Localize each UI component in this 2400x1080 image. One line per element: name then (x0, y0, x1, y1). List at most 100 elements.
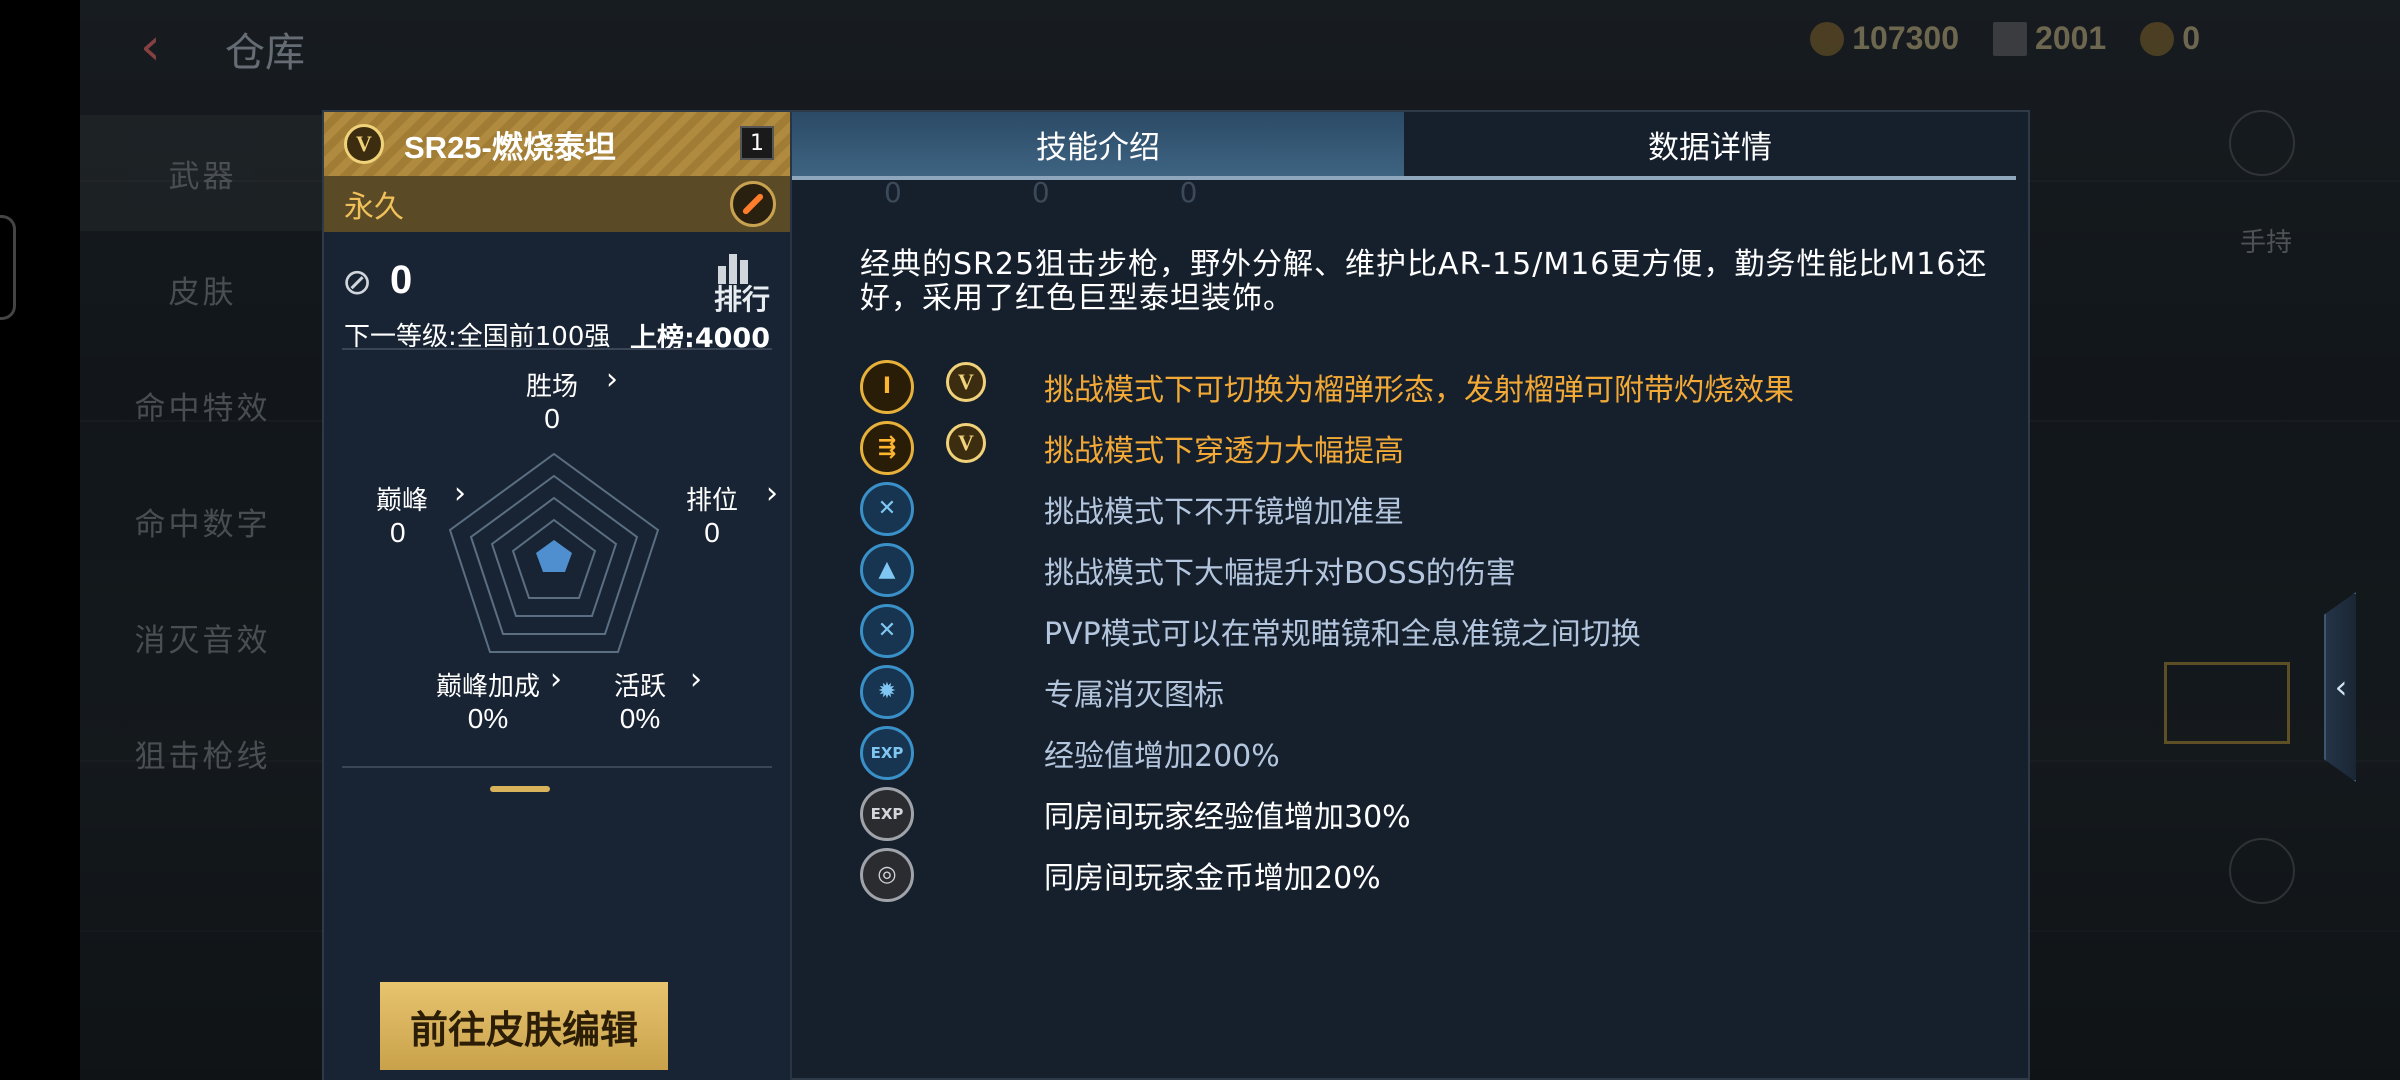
edge-handle (0, 215, 16, 320)
stat-position[interactable]: 排位 0 › (682, 476, 778, 549)
crosshair-icon: ✕ (860, 481, 914, 536)
radiation-icon[interactable] (2229, 838, 2295, 904)
radar-value-shape (536, 540, 572, 572)
stat-label: 胜场 (525, 372, 578, 402)
v-badge-icon: V (344, 124, 384, 164)
weapon-count: 1 (740, 126, 774, 160)
stat-value: 0 (544, 403, 560, 434)
divider (342, 766, 772, 768)
skill-text: 经验值增加200% (1044, 738, 1280, 774)
v-badge-icon: V (946, 362, 986, 402)
back-button[interactable]: ‹ (140, 21, 190, 73)
screen-edge (0, 0, 80, 1080)
currency-value: 2001 (2035, 20, 2107, 56)
skill-row: ▲ 挑战模式下大幅提升对BOSS的伤害 (860, 539, 2000, 600)
skill-row: ⇶ V 挑战模式下穿透力大幅提高 (860, 417, 2000, 478)
collapse-panel-button[interactable]: ‹ (2324, 592, 2356, 782)
skill-row: ✕ 挑战模式下不开镜增加准星 (860, 478, 2000, 539)
boss-damage-icon: ▲ (860, 542, 914, 597)
chevron-right-icon: › (550, 662, 562, 697)
gamepad-icon[interactable] (2229, 110, 2295, 176)
currency-item: 107300 (1810, 20, 1959, 57)
detail-tabs: 技能介绍 数据详情 (792, 112, 2016, 180)
currency-item: 0 (2140, 20, 2200, 57)
skill-text: 挑战模式下可切换为榴弹形态，发射榴弹可附带灼烧效果 (1044, 372, 1794, 408)
skill-description: 经典的SR25狙击步枪，野外分解、维护比AR-15/M16更方便，勤务性能比M1… (860, 247, 1988, 316)
skill-text: 挑战模式下穿透力大幅提高 (1044, 433, 1404, 469)
stat-label: 巅峰加成 (435, 672, 540, 702)
stat-value: 0 (704, 517, 720, 548)
skill-row: ◎ 同房间玩家金币增加20% (860, 844, 2000, 905)
currency-bar: 107300 2001 0 (1810, 20, 2200, 57)
skill-text: 挑战模式下大幅提升对BOSS的伤害 (1044, 555, 1516, 591)
skill-row: Ⅰ V 挑战模式下可切换为榴弹形态，发射榴弹可附带灼烧效果 (860, 356, 2000, 417)
chevron-left-icon: ‹ (2334, 668, 2348, 706)
ghost-stats-values: 0 0 0 (884, 176, 1197, 209)
currency-item: 2001 (1993, 20, 2106, 57)
category-sniper-line[interactable]: 狙击枪线 (80, 695, 325, 811)
kill-icon: ✹ (860, 664, 914, 719)
ghost-value: 0 (1179, 176, 1198, 209)
currency-value: 0 (2182, 20, 2200, 56)
rank-value: 0 (390, 258, 413, 302)
skill-text: 专属消灭图标 (1044, 677, 1224, 713)
room-exp-icon: EXP (860, 786, 914, 841)
ghost-value: 0 (1031, 176, 1050, 209)
hand-label[interactable]: 手持 (2240, 222, 2292, 259)
skill-text: PVP模式可以在常规瞄镜和全息准镜之间切换 (1044, 616, 1641, 652)
penetration-icon: ⇶ (860, 420, 914, 475)
skill-list: Ⅰ V 挑战模式下可切换为榴弹形态，发射榴弹可附带灼烧效果 ⇶ V 挑战模式下穿透力大幅提… (860, 356, 2000, 905)
stat-label: 排位 (685, 486, 738, 516)
chevron-right-icon: › (606, 362, 618, 397)
page-indicator (490, 786, 550, 792)
skill-row: ✹ 专属消灭图标 (860, 661, 2000, 722)
room-coin-icon: ◎ (860, 847, 914, 902)
quality-icon (730, 181, 776, 227)
category-hit-effect[interactable]: 命中特效 (80, 347, 325, 463)
stat-peak[interactable]: 巅峰 0 › (372, 476, 466, 549)
weapon-card: V SR25-燃烧泰坦 1 永久 ⊘ 0 排行 下一等级:全国前100强 上榜:… (324, 112, 792, 1080)
stat-active[interactable]: 活跃 0% › (610, 662, 702, 735)
card-header: V SR25-燃烧泰坦 1 (324, 112, 790, 176)
divider (342, 348, 772, 350)
ranking-button[interactable]: 排行 (714, 278, 770, 318)
stat-value: 0% (619, 703, 661, 734)
scope-switch-icon: ✕ (860, 603, 914, 658)
radar-chart (448, 452, 660, 653)
stats-radar: 胜场 0 › 巅峰 0 › 排位 0 › 巅峰加成 0% › 活跃 0% › (324, 358, 792, 778)
page-title: 仓库 (225, 30, 305, 76)
category-weapon[interactable]: 武器 (80, 115, 325, 231)
stat-value: 0 (390, 517, 406, 548)
stat-value: 0% (467, 703, 509, 734)
category-kill-sound[interactable]: 消灭音效 (80, 579, 325, 695)
category-skin[interactable]: 皮肤 (80, 231, 325, 347)
skill-text: 同房间玩家经验值增加30% (1044, 799, 1411, 835)
tab-skill-intro[interactable]: 技能介绍 (792, 112, 1404, 176)
rank-row: ⊘ 0 排行 下一等级:全国前100强 上榜:4000 (342, 252, 772, 354)
edit-skin-button[interactable]: 前往皮肤编辑 (380, 982, 668, 1070)
v-badge-icon: V (946, 423, 986, 463)
weapon-name: SR25-燃烧泰坦 (404, 129, 616, 165)
skill-text: 同房间玩家金币增加20% (1044, 860, 1381, 896)
skill-row: ✕ PVP模式可以在常规瞄镜和全息准镜之间切换 (860, 600, 2000, 661)
stat-label: 巅峰 (375, 486, 428, 516)
exp-boost-icon: EXP (860, 725, 914, 780)
skin-preview-button[interactable] (2164, 662, 2290, 744)
stat-label: 活跃 (613, 672, 666, 702)
chevron-right-icon: › (766, 476, 778, 511)
category-menu: 武器 皮肤 命中特效 命中数字 消灭音效 狙击枪线 (80, 115, 325, 811)
skill-row: EXP 经验值增加200% (860, 722, 2000, 783)
medal-currency-icon (2140, 21, 2175, 56)
weapon-detail-dialog: V SR25-燃烧泰坦 1 永久 ⊘ 0 排行 下一等级:全国前100强 上榜:… (322, 110, 2356, 1080)
stat-peak-bonus[interactable]: 巅峰加成 0% › (428, 662, 562, 735)
stat-wins[interactable]: 胜场 0 › (522, 362, 618, 435)
currency-value: 107300 (1852, 20, 1960, 56)
duration-label: 永久 (344, 190, 404, 225)
rank-eye-icon: ⊘ (342, 262, 373, 303)
grenade-mode-icon: Ⅰ (860, 359, 914, 414)
category-hit-number[interactable]: 命中数字 (80, 463, 325, 579)
wing-currency-icon (1993, 21, 2028, 56)
ghost-value: 0 (884, 176, 902, 209)
tab-data-details[interactable]: 数据详情 (1404, 112, 2016, 176)
chevron-right-icon: › (690, 662, 702, 697)
